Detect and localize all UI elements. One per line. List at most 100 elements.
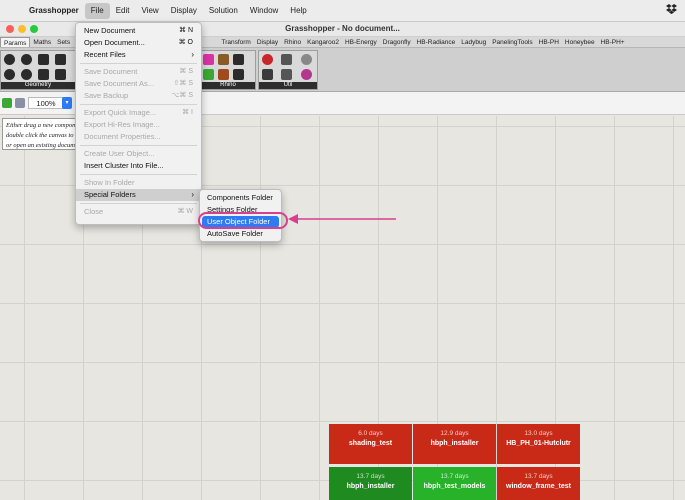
menu-item-new-document[interactable]: New Document ⌘ N	[76, 25, 201, 37]
menu-item-document-properties[interactable]: Document Properties...	[76, 131, 201, 143]
tab-params[interactable]: Params	[0, 37, 31, 47]
menu-item-shortcut: ⌥⌘ S	[171, 92, 193, 99]
zoom-field[interactable]: 100%	[28, 97, 64, 109]
tab-display[interactable]: Display	[254, 37, 281, 47]
menu-item-save-document[interactable]: Save Document ⌘ S	[76, 66, 201, 78]
submenu-item-autosave-folder[interactable]: AutoSave Folder	[200, 228, 281, 240]
menu-item-label: Save Backup	[84, 91, 129, 100]
tab-hb-ph[interactable]: HB-PH	[536, 37, 562, 47]
menu-edit[interactable]: Edit	[110, 3, 136, 19]
menu-item-shortcut: ⌘ N	[179, 27, 193, 34]
menu-app-name[interactable]: Grasshopper	[23, 3, 85, 19]
menu-item-label: Special Folders	[84, 190, 136, 199]
menu-item-export-hi-res-image[interactable]: Export Hi-Res Image...	[76, 119, 201, 131]
menu-item-label: Open Document...	[84, 38, 145, 47]
tile-name: window_frame_test	[506, 483, 571, 490]
tab-hb-ph-plus[interactable]: HB-PH+	[598, 37, 628, 47]
gear-icon[interactable]	[301, 54, 312, 65]
menu-item-save-document-as[interactable]: Save Document As... ⇧⌘ S	[76, 78, 201, 90]
open-file-icon[interactable]	[2, 98, 12, 108]
recent-file-tile[interactable]: 13.7 days hbph_installer	[329, 467, 412, 500]
recent-file-tile[interactable]: 13.0 days HB_PH_01-Hutclutr	[497, 424, 580, 464]
menu-item-special-folders[interactable]: Special Folders ›	[76, 189, 201, 201]
geometry-icon[interactable]	[21, 69, 32, 80]
tab-hb-energy[interactable]: HB-Energy	[342, 37, 380, 47]
surface-icon[interactable]	[38, 69, 49, 80]
dropbox-icon[interactable]	[666, 4, 677, 16]
annotation-highlight-ellipse	[198, 212, 288, 229]
rhino-object-icon[interactable]	[233, 54, 244, 65]
tile-name: shading_test	[348, 440, 393, 447]
tab-rhino[interactable]: Rhino	[281, 37, 304, 47]
tab-maths[interactable]: Maths	[30, 37, 54, 47]
menu-item-label: Save Document	[84, 67, 138, 76]
menu-item-insert-cluster[interactable]: Insert Cluster Into File...	[76, 160, 201, 172]
menu-item-shortcut: ⌘ S	[179, 68, 193, 75]
tab-honeybee[interactable]: Honeybee	[562, 37, 598, 47]
tab-transform[interactable]: Transform	[218, 37, 253, 47]
menu-item-export-quick-image[interactable]: Export Quick Image... ⌘ I	[76, 107, 201, 119]
tab-panelingtools[interactable]: PanelingTools	[489, 37, 535, 47]
menu-window[interactable]: Window	[244, 3, 284, 19]
hint-line-2: double click the canvas to	[6, 132, 74, 139]
menu-help[interactable]: Help	[284, 3, 312, 19]
mesh-icon[interactable]	[55, 69, 66, 80]
rhino-group-icon[interactable]	[233, 69, 244, 80]
circle-icon[interactable]	[21, 54, 32, 65]
menu-separator	[80, 63, 197, 64]
menu-item-create-user-object[interactable]: Create User Object...	[76, 148, 201, 160]
rhino-texture-icon[interactable]	[218, 54, 229, 65]
tile-days: 13.7 days	[356, 473, 385, 480]
menu-view[interactable]: View	[135, 3, 164, 19]
save-file-icon[interactable]	[15, 98, 25, 108]
submenu-item-components-folder[interactable]: Components Folder	[200, 192, 281, 204]
arrow-right-icon[interactable]	[281, 54, 292, 65]
rhino-layer-icon[interactable]	[218, 69, 229, 80]
rhino-bake-icon[interactable]	[203, 69, 214, 80]
tile-days: 6.0 days	[358, 430, 383, 437]
box-icon[interactable]	[38, 54, 49, 65]
menu-item-close[interactable]: Close ⌘ W	[76, 206, 201, 218]
menu-item-label: Show In Folder	[84, 178, 135, 187]
menu-item-open-document[interactable]: Open Document... ⌘ O	[76, 37, 201, 49]
menu-item-shortcut: ⌘ W	[177, 208, 193, 215]
rhino-material-icon[interactable]	[203, 54, 214, 65]
menu-file[interactable]: File	[84, 2, 110, 19]
menu-item-recent-files[interactable]: Recent Files ›	[76, 49, 201, 61]
menu-solution[interactable]: Solution	[203, 3, 244, 19]
tab-ladybug[interactable]: Ladybug	[458, 37, 489, 47]
hint-line-1: Either drag a new component	[6, 122, 78, 129]
curve-icon[interactable]	[4, 69, 15, 80]
recent-file-tile[interactable]: 6.0 days shading_test	[329, 424, 412, 464]
zoom-dropdown-icon[interactable]: ▾	[62, 97, 72, 109]
tile-name: HB_PH_01-Hutclutr	[506, 440, 571, 447]
point-icon[interactable]	[4, 54, 15, 65]
recent-file-tile[interactable]: 13.7 days window_frame_test	[497, 467, 580, 500]
menu-display[interactable]: Display	[165, 3, 203, 19]
arrow-right-2-icon[interactable]	[281, 69, 292, 80]
flask-icon[interactable]	[301, 69, 312, 80]
tab-sets[interactable]: Sets	[54, 37, 73, 47]
tree-icon[interactable]	[262, 69, 273, 80]
menu-item-shortcut: ⌘ I	[182, 109, 193, 116]
brep-icon[interactable]	[55, 54, 66, 65]
recent-file-tile[interactable]: 13.7 days hbph_test_models	[413, 467, 496, 500]
menu-separator	[80, 145, 197, 146]
recent-file-tile[interactable]: 12.9 days hbph_installer	[413, 424, 496, 464]
panel-util: Util	[258, 50, 318, 90]
menu-separator	[80, 203, 197, 204]
menu-item-show-in-folder[interactable]: Show In Folder	[76, 177, 201, 189]
tile-days: 13.0 days	[524, 430, 553, 437]
cherries-icon[interactable]	[262, 54, 273, 65]
tab-hb-radiance[interactable]: HB-Radiance	[414, 37, 459, 47]
tab-dragonfly[interactable]: Dragonfly	[380, 37, 414, 47]
menu-separator	[80, 174, 197, 175]
tile-days: 12.9 days	[440, 430, 469, 437]
system-menubar: Grasshopper File Edit View Display Solut…	[0, 0, 685, 22]
menu-item-shortcut: ⌘ O	[178, 39, 193, 46]
menu-item-save-backup[interactable]: Save Backup ⌥⌘ S	[76, 90, 201, 102]
tab-kangaroo2[interactable]: Kangaroo2	[304, 37, 342, 47]
tile-name: hbph_installer	[430, 440, 479, 447]
chevron-right-icon: ›	[191, 50, 194, 59]
tile-days: 13.7 days	[524, 473, 553, 480]
